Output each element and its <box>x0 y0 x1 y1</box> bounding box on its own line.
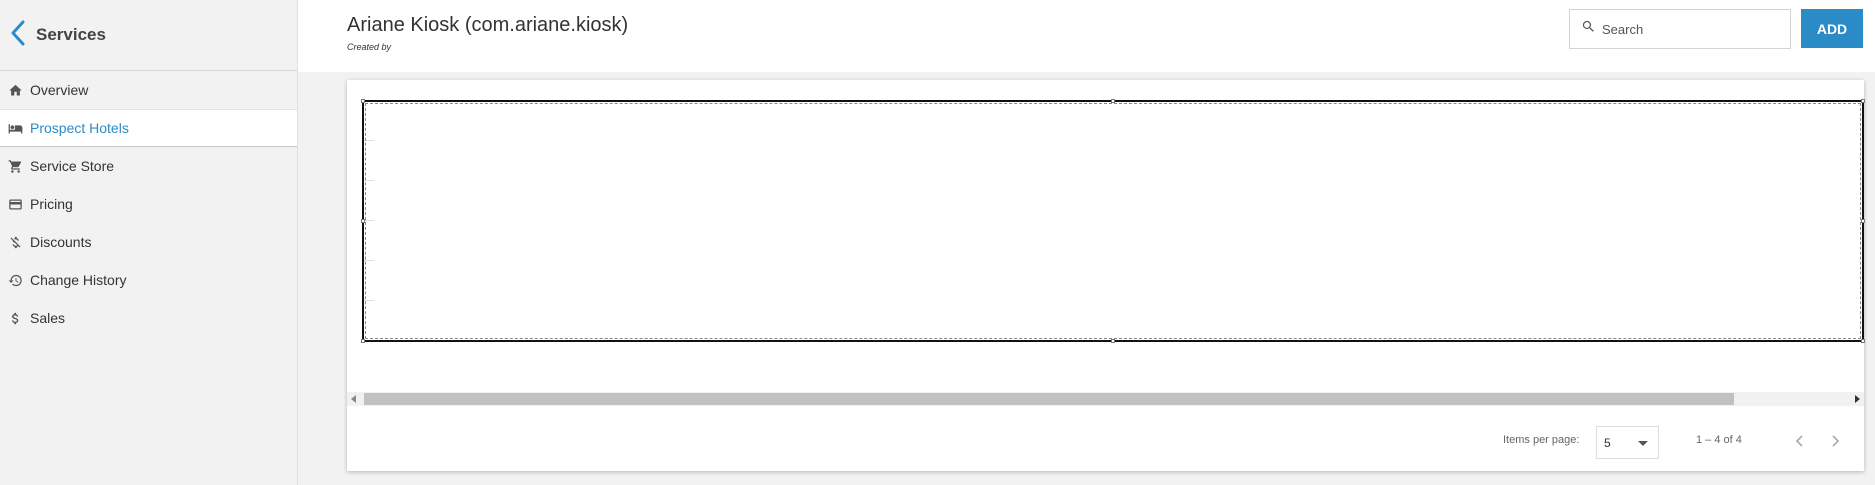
chevron-right-icon <box>1832 435 1840 447</box>
page-range-label: 1 – 4 of 4 <box>1696 434 1742 446</box>
sidebar-item-overview[interactable]: Overview <box>0 71 297 109</box>
sidebar-item-discounts[interactable]: Discounts <box>0 223 297 261</box>
selection-handle[interactable] <box>1861 219 1865 223</box>
sidebar-item-label: Overview <box>30 82 89 98</box>
history-icon <box>6 271 24 289</box>
credit-card-icon <box>6 195 24 213</box>
add-button[interactable]: ADD <box>1801 9 1863 48</box>
paginator: Items per page: 5 1 – 4 of 4 <box>347 415 1864 465</box>
sidebar-item-label: Sales <box>30 310 66 326</box>
cart-icon <box>6 157 24 175</box>
sidebar-item-label: Discounts <box>30 234 92 250</box>
selection-handle[interactable] <box>361 99 365 103</box>
sidebar-title: Services <box>36 25 106 44</box>
sidebar-item-change-history[interactable]: Change History <box>0 261 297 299</box>
sidebar-item-pricing[interactable]: Pricing <box>0 185 297 223</box>
page-title: Ariane Kiosk (com.ariane.kiosk) <box>347 14 629 36</box>
search-input[interactable] <box>1602 21 1782 37</box>
items-per-page-label: Items per page: <box>1503 434 1580 446</box>
selection-handle[interactable] <box>1861 339 1865 343</box>
sidebar-item-label: Pricing <box>30 196 73 212</box>
selection-handle[interactable] <box>361 339 365 343</box>
items-per-page-value: 5 <box>1604 435 1611 450</box>
selection-handle[interactable] <box>1111 339 1115 343</box>
main-content: Ariane Kiosk (com.ariane.kiosk) Created … <box>298 0 1875 485</box>
selection-handle[interactable] <box>1111 99 1115 103</box>
page-subtitle: Created by <box>347 42 392 52</box>
selection-handle[interactable] <box>1861 99 1865 103</box>
sidebar-item-label: Change History <box>30 272 127 288</box>
selection-rectangle[interactable] <box>361 99 1865 343</box>
search-icon <box>1581 19 1596 39</box>
sidebar: Services Overview Prospect Hotels Servic… <box>0 0 298 485</box>
sidebar-item-prospect-hotels[interactable]: Prospect Hotels <box>0 109 297 147</box>
table-card: Items per page: 5 1 – 4 of 4 <box>347 80 1865 471</box>
scroll-right-arrow-icon[interactable] <box>1850 392 1864 406</box>
sidebar-item-service-store[interactable]: Service Store <box>0 147 297 185</box>
back-button[interactable]: Services <box>8 19 106 52</box>
chevron-left-icon <box>1795 435 1803 447</box>
bed-icon <box>6 119 24 137</box>
search-box[interactable] <box>1569 9 1791 49</box>
dollar-icon <box>6 309 24 327</box>
next-page-button[interactable] <box>1821 427 1849 455</box>
previous-page-button[interactable] <box>1786 427 1814 455</box>
dropdown-caret-icon <box>1638 441 1648 446</box>
sidebar-item-label: Service Store <box>30 158 115 174</box>
horizontal-scrollbar[interactable] <box>347 392 1864 406</box>
scrollbar-thumb[interactable] <box>364 393 1734 405</box>
chevron-left-icon <box>8 19 30 52</box>
home-icon <box>6 81 24 99</box>
items-per-page-select[interactable]: 5 <box>1596 426 1659 459</box>
sidebar-nav: Overview Prospect Hotels Service Store P… <box>0 71 297 337</box>
scroll-left-arrow-icon[interactable] <box>347 392 361 406</box>
sidebar-item-sales[interactable]: Sales <box>0 299 297 337</box>
selection-handle[interactable] <box>361 219 365 223</box>
sidebar-item-label: Prospect Hotels <box>30 120 129 136</box>
page-header: Ariane Kiosk (com.ariane.kiosk) Created … <box>298 0 1875 72</box>
sidebar-header: Services <box>0 0 297 71</box>
money-off-icon <box>6 233 24 251</box>
